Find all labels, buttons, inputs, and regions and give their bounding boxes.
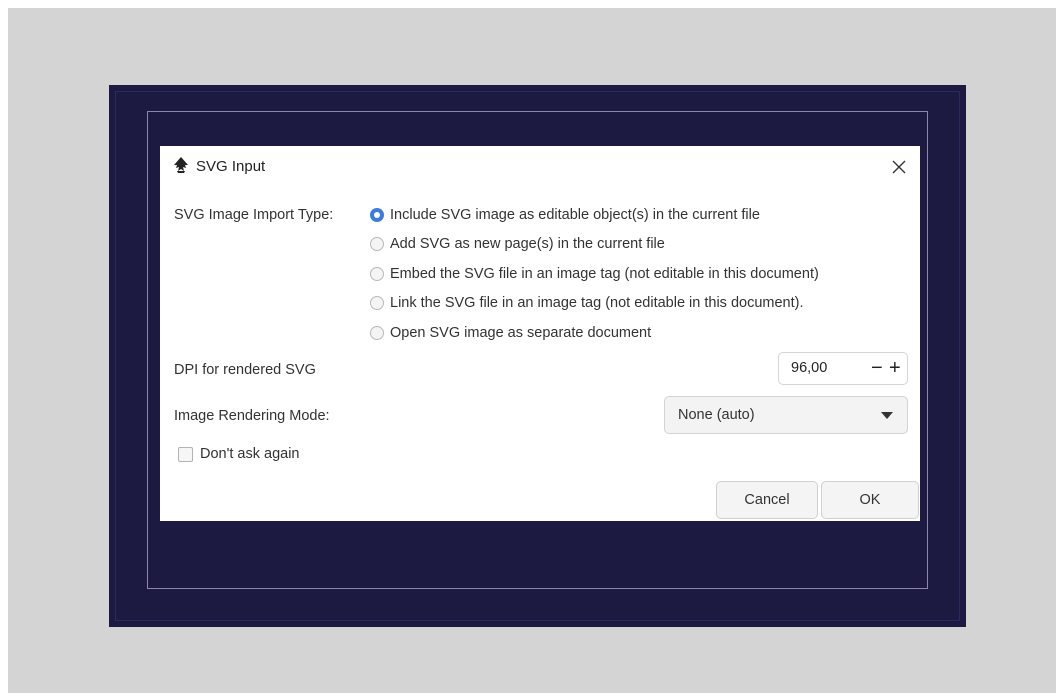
rendering-mode-value: None (auto) — [678, 407, 755, 423]
dpi-stepper[interactable]: 96,00 − + — [778, 352, 908, 385]
rendering-mode-select[interactable]: None (auto) — [664, 396, 908, 434]
dont-ask-checkbox[interactable] — [178, 447, 193, 462]
radio-include-editable-label[interactable]: Include SVG image as editable object(s) … — [390, 207, 760, 223]
radio-add-as-pages-label[interactable]: Add SVG as new page(s) in the current fi… — [390, 236, 665, 252]
inkscape-logo-icon — [172, 156, 190, 174]
radio-embed-image-tag[interactable] — [370, 267, 384, 281]
ok-button[interactable]: OK — [821, 481, 919, 519]
dpi-decrement-button[interactable]: − — [871, 357, 883, 379]
radio-link-image-tag-label[interactable]: Link the SVG file in an image tag (not e… — [390, 295, 803, 311]
chevron-down-icon — [881, 412, 893, 419]
radio-open-separate[interactable] — [370, 326, 384, 340]
dpi-input[interactable]: 96,00 — [791, 360, 827, 376]
radio-add-as-pages[interactable] — [370, 237, 384, 251]
svg-input-dialog: SVG Input SVG Image Import Type: Include… — [160, 146, 920, 521]
cancel-button[interactable]: Cancel — [716, 481, 818, 519]
radio-include-editable[interactable] — [370, 208, 384, 222]
dialog-title: SVG Input — [196, 158, 266, 175]
dpi-label: DPI for rendered SVG — [174, 362, 316, 378]
radio-link-image-tag[interactable] — [370, 296, 384, 310]
rendering-mode-label: Image Rendering Mode: — [174, 408, 330, 424]
dont-ask-label[interactable]: Don't ask again — [200, 446, 300, 462]
radio-embed-image-tag-label[interactable]: Embed the SVG file in an image tag (not … — [390, 266, 819, 282]
close-icon[interactable] — [888, 156, 910, 178]
dialog-title-bar: SVG Input — [160, 146, 920, 188]
import-type-label: SVG Image Import Type: — [174, 207, 334, 223]
dpi-increment-button[interactable]: + — [889, 357, 901, 379]
radio-open-separate-label[interactable]: Open SVG image as separate document — [390, 325, 651, 341]
